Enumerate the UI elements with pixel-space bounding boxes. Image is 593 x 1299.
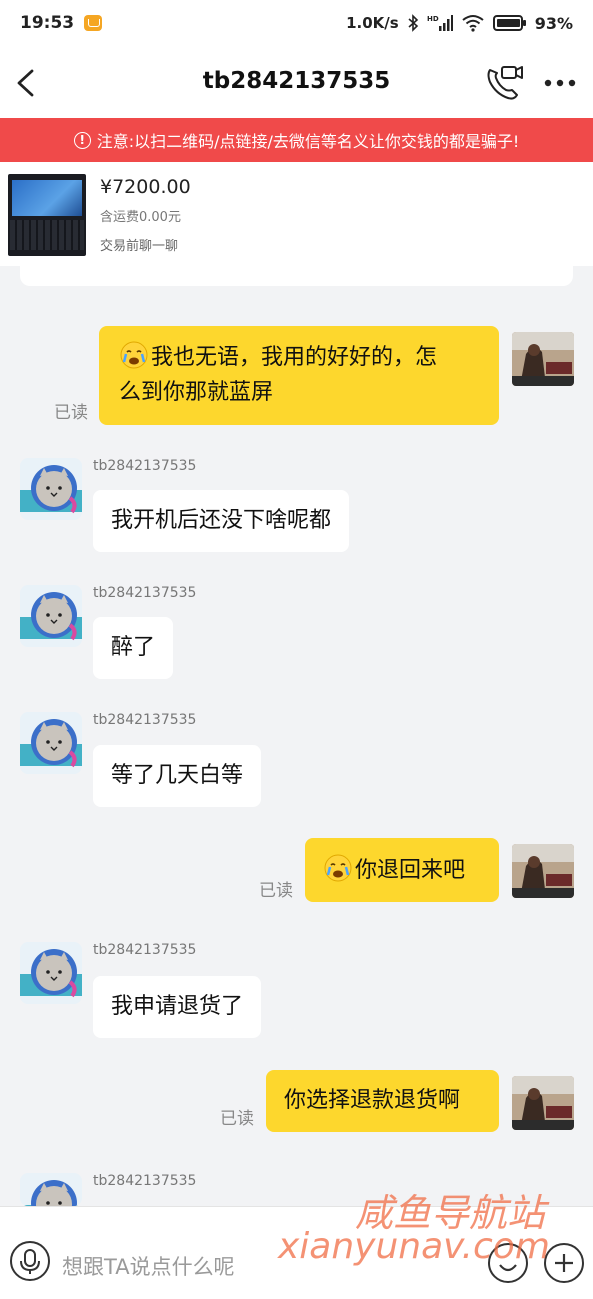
signal-icon: HD [427, 15, 453, 31]
sender-name: tb2842137535 [93, 712, 197, 728]
sender-name: tb2842137535 [93, 942, 197, 958]
sender-name: tb2842137535 [93, 1173, 197, 1189]
product-card-bottom [20, 266, 573, 286]
product-chat-first: 交易前聊一聊 [100, 239, 179, 254]
status-bar: 19:53 1.0K/s HD 93% [0, 0, 593, 46]
wifi-icon [462, 15, 484, 32]
more-actions-button[interactable] [544, 1243, 584, 1283]
phone-video-icon[interactable] [484, 64, 524, 102]
message-bubble-outgoing[interactable]: 我也无语，我用的好好的，怎 么到你那就蓝屏 [99, 326, 499, 425]
product-price: ¥7200.00 [100, 176, 191, 198]
voice-input-button[interactable] [10, 1241, 50, 1281]
more-options-icon[interactable] [543, 76, 577, 90]
message-bubble-incoming[interactable]: 我申请退货了 [93, 976, 262, 1038]
sender-name: tb2842137535 [93, 585, 197, 601]
message-bubble-incoming[interactable]: 醉了 [93, 617, 174, 679]
network-speed: 1.0K/s [346, 14, 399, 32]
seller-avatar[interactable] [20, 585, 82, 647]
microphone-icon [20, 1249, 40, 1274]
status-right: 1.0K/s HD 93% [346, 14, 573, 33]
my-avatar[interactable] [512, 1076, 574, 1130]
mail-notification-icon [84, 15, 103, 31]
battery-icon [492, 15, 526, 31]
laptop-screen-image [12, 180, 82, 216]
product-shipping: 含运费0.00元 [100, 210, 181, 225]
crying-emoji-icon [324, 854, 352, 882]
my-avatar[interactable] [512, 844, 574, 898]
bluetooth-icon [408, 14, 418, 32]
product-card[interactable]: ¥7200.00 含运费0.00元 交易前聊一聊 [0, 162, 593, 266]
seller-avatar[interactable] [20, 1173, 82, 1206]
message-input-field[interactable]: 想跟TA说点什么呢 [62, 1251, 235, 1281]
product-thumbnail[interactable] [8, 174, 86, 256]
alert-icon: ! [73, 131, 91, 149]
seller-avatar[interactable] [20, 712, 82, 774]
emoji-button[interactable] [488, 1243, 528, 1283]
smiley-icon [499, 1264, 517, 1272]
message-text-line1: 我也无语，我用的好好的，怎 [151, 345, 438, 370]
laptop-keyboard-image [10, 220, 84, 250]
read-status: 已读 [259, 881, 293, 901]
warning-text: 注意:以扫二维码/点链接/去微信等名义让你交钱的都是骗子! [96, 132, 520, 151]
battery-percent: 93% [534, 13, 573, 33]
read-status: 已读 [54, 403, 88, 423]
message-text: 你退回来吧 [355, 858, 466, 883]
message-input-bar: 想跟TA说点什么呢 [0, 1206, 593, 1299]
read-status: 已读 [220, 1109, 254, 1129]
message-bubble-outgoing[interactable]: 你选择退款退货啊 [266, 1070, 499, 1132]
message-bubble-outgoing[interactable]: 你退回来吧 [305, 838, 499, 902]
sender-name: tb2842137535 [93, 458, 197, 474]
message-bubble-incoming[interactable]: 我开机后还没下啥呢都 [93, 490, 350, 552]
scam-warning-banner: ! 注意:以扫二维码/点链接/去微信等名义让你交钱的都是骗子! [0, 118, 593, 162]
seller-avatar[interactable] [20, 942, 82, 1004]
seller-avatar[interactable] [20, 458, 82, 520]
hd-label: HD [427, 15, 439, 23]
crying-emoji-icon [120, 341, 148, 369]
status-time: 19:53 [20, 13, 75, 33]
my-avatar[interactable] [512, 332, 574, 386]
plus-icon [555, 1254, 573, 1272]
message-bubble-incoming[interactable]: 等了几天白等 [93, 745, 262, 807]
message-text-line2: 么到你那就蓝屏 [119, 380, 274, 405]
chat-header: tb2842137535 [0, 46, 593, 118]
